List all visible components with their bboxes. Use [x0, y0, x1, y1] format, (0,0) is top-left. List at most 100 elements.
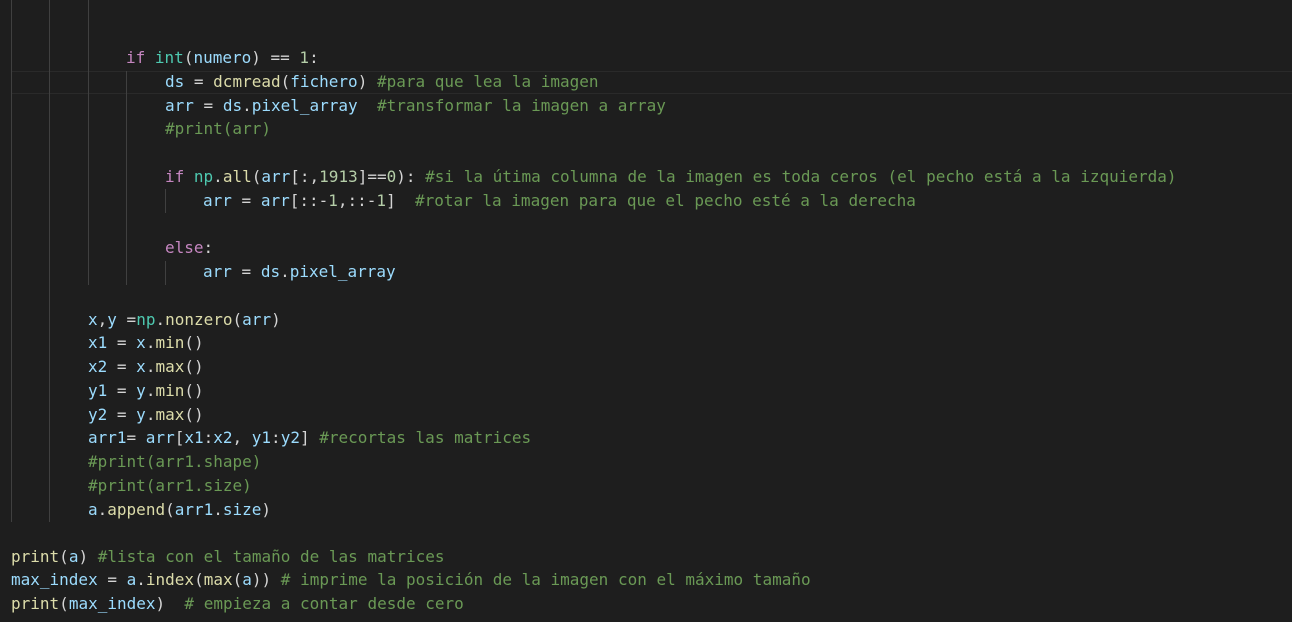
operator-token: : [203, 428, 214, 447]
code-line[interactable]: x,y =np.nonzero(arr) [88, 308, 281, 331]
operator-token: ) [271, 310, 281, 329]
variable-token: arr [261, 167, 291, 186]
variable-token: numero [193, 48, 252, 67]
variable-token: arr [203, 191, 232, 210]
comment-token: # empieza a contar desde cero [184, 594, 464, 613]
number-token: 1 [299, 48, 310, 67]
variable-token: max_index [11, 570, 98, 589]
code-line[interactable]: #print(arr) [165, 117, 271, 140]
number-token: 0 [386, 167, 397, 186]
variable-token: ds [165, 72, 185, 91]
variable-token: fichero [290, 72, 358, 91]
function-token: min [155, 333, 185, 352]
operator-token: . [155, 310, 166, 329]
operator-token: () [184, 405, 204, 424]
code-line[interactable]: x1 = x.min() [88, 331, 204, 354]
code-line[interactable]: ds = dcmread(fichero) #para que lea la i… [165, 70, 599, 93]
operator-token: . [280, 262, 290, 281]
comment-token: #lista con el tamaño de las matrices [97, 547, 445, 566]
code-line[interactable]: max_index = a.index(max(a)) # imprime la… [11, 568, 811, 591]
operator-token: . [213, 167, 223, 186]
code-line[interactable]: y1 = y.min() [88, 379, 204, 402]
code-line[interactable]: arr1= arr[x1:x2, y1:y2] #recortas las ma… [88, 426, 531, 449]
variable-token: x2 [213, 428, 233, 447]
code-line[interactable]: arr = arr[::-1,::-1] #rotar la imagen pa… [203, 189, 916, 212]
code-line[interactable]: y2 = y.max() [88, 403, 204, 426]
variable-token: y2 [88, 405, 108, 424]
operator-token: )) [251, 570, 281, 589]
operator-token: = [107, 357, 137, 376]
operator-token: () [184, 357, 204, 376]
variable-token: a [68, 547, 79, 566]
operator-token: , [97, 310, 108, 329]
operator-token: () [184, 381, 204, 400]
comment-token: #print(arr1.size) [88, 476, 252, 495]
operator-token: : [203, 238, 214, 257]
variable-token: pixel_array [289, 262, 396, 281]
code-line[interactable]: print(max_index) # empieza a contar desd… [11, 592, 464, 615]
variable-token: a [88, 500, 98, 519]
variable-token: ds [260, 262, 281, 281]
variable-token: x [88, 310, 98, 329]
code-line[interactable]: #print(arr1.size) [88, 474, 252, 497]
code-line[interactable]: if np.all(arr[:,1913]==0): #si la útima … [165, 165, 1177, 188]
operator-token: ] [386, 191, 415, 210]
operator-token: . [145, 333, 156, 352]
operator-token: ( [280, 72, 291, 91]
operator-token [358, 96, 377, 115]
function-token: append [107, 500, 166, 519]
code-line[interactable]: x2 = x.max() [88, 355, 204, 378]
code-line[interactable]: if int(numero) == 1: [126, 46, 319, 69]
function-token: print [11, 594, 60, 613]
operator-token: . [145, 357, 156, 376]
operator-token: = [126, 428, 146, 447]
code-line[interactable]: arr = ds.pixel_array [203, 260, 396, 283]
variable-token: size [222, 500, 262, 519]
operator-token: . [97, 500, 108, 519]
operator-token: ( [59, 594, 69, 613]
code-line[interactable]: else: [165, 236, 213, 259]
variable-token: y1 [251, 428, 272, 447]
indent-guide [126, 71, 127, 285]
code-line[interactable]: a.append(arr1.size) [88, 498, 271, 521]
variable-token: arr1 [88, 428, 127, 447]
operator-token: : [271, 428, 281, 447]
comment-token: # imprime la posición de la imagen con e… [280, 570, 811, 589]
indent-guide [49, 0, 50, 522]
code-line[interactable]: print(a) #lista con el tamaño de las mat… [11, 545, 445, 568]
operator-token: ( [251, 167, 262, 186]
variable-token: arr [203, 262, 232, 281]
function-token: max [203, 570, 233, 589]
code-line[interactable]: arr = ds.pixel_array #transformar la ima… [165, 94, 666, 117]
variable-token: y1 [88, 381, 108, 400]
variable-token: y [107, 310, 117, 329]
operator-token: . [136, 570, 146, 589]
operator-token: ) [261, 500, 272, 519]
operator-token: = [193, 96, 223, 115]
variable-token: arr [145, 428, 175, 447]
indent-guide [88, 0, 89, 285]
variable-token: arr [165, 96, 194, 115]
function-token: index [145, 570, 195, 589]
variable-token: pixel_array [251, 96, 358, 115]
operator-token: = [116, 310, 137, 329]
keyword-token: else [165, 238, 204, 257]
function-token: print [11, 547, 60, 566]
operator-token: : [309, 48, 319, 67]
operator-token: ( [194, 570, 204, 589]
comment-token: #print(arr1.shape) [88, 452, 262, 471]
variable-token: x1 [184, 428, 204, 447]
variable-token: x [136, 357, 146, 376]
operator-token: ) [155, 594, 185, 613]
comment-token: #para que lea la imagen [376, 72, 599, 91]
builtin-token: np [193, 167, 214, 186]
variable-token: a [126, 570, 137, 589]
function-token: all [222, 167, 252, 186]
code-line[interactable]: #print(arr1.shape) [88, 450, 261, 473]
code-editor[interactable]: if int(numero) == 1: ds = dcmread(ficher… [0, 0, 1292, 622]
function-token: max [155, 405, 185, 424]
function-token: dcmread [213, 72, 281, 91]
operator-token: = [231, 191, 261, 210]
comment-token: #si la útima columna de la imagen es tod… [425, 167, 1177, 186]
variable-token: x2 [88, 357, 108, 376]
